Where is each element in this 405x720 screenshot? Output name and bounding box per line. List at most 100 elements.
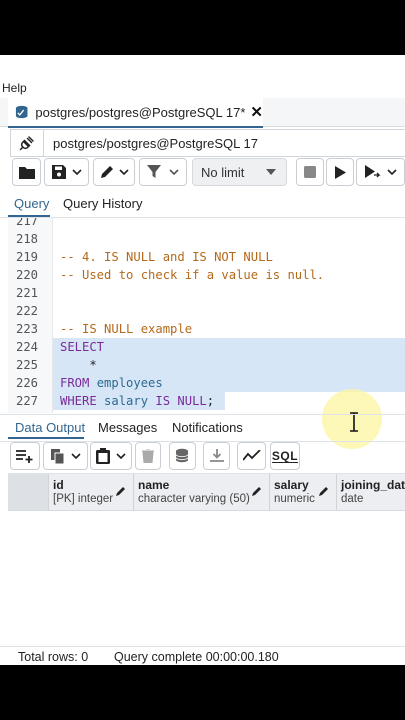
column-type: numeric <box>274 493 315 505</box>
edit-button[interactable] <box>93 158 135 186</box>
sql-editor[interactable]: 217 218 219 -- 4. IS NULL and IS NOT NUL… <box>8 218 405 413</box>
row-limit-select[interactable]: No limit <box>192 158 287 186</box>
explain-button[interactable] <box>356 158 405 186</box>
column-name: id <box>53 478 64 492</box>
editor-line-selected: 224 SELECT <box>8 338 405 356</box>
play-icon <box>334 165 346 179</box>
connection-bar[interactable]: postgres/postgres@PostgreSQL 17 <box>10 129 405 157</box>
database-save-icon <box>175 448 188 463</box>
tab-data-output[interactable]: Data Output <box>15 420 85 435</box>
filter-icon <box>147 165 161 178</box>
query-toolbar: No limit <box>0 158 405 190</box>
editor-tab-bar: postgres/postgres@PostgreSQL 17* ✕ <box>0 98 405 128</box>
add-row-icon <box>16 450 33 463</box>
line-number: 218 <box>15 232 38 246</box>
editor-line: 221 <box>8 284 405 302</box>
code-text: WHERE salary IS NULL; <box>60 392 214 410</box>
query-complete-status: Query complete 00:00:00.180 <box>114 650 279 664</box>
row-limit-value: No limit <box>201 164 245 180</box>
column-name: name <box>138 478 170 492</box>
column-name: salary <box>274 478 309 492</box>
copy-icon <box>50 448 64 464</box>
save-icon <box>51 165 66 179</box>
save-data-button[interactable] <box>169 442 196 470</box>
data-grid[interactable]: id [PK] integer name character varying (… <box>8 473 405 647</box>
download-button[interactable] <box>203 442 230 470</box>
clipboard-icon <box>96 448 110 464</box>
selection-highlight <box>53 356 405 374</box>
code-text: * <box>60 358 97 372</box>
editor-line: 220 -- Used to check if a value is null. <box>8 266 405 284</box>
line-number: 224 <box>15 340 38 354</box>
delete-button[interactable] <box>135 442 161 470</box>
code-comment: -- 4. IS NULL and IS NOT NULL <box>60 250 273 264</box>
pencil-icon <box>319 487 328 496</box>
line-number: 227 <box>15 394 38 408</box>
chevron-down-icon <box>119 169 129 175</box>
line-number: 220 <box>15 268 38 282</box>
code-comment: -- IS NULL example <box>60 322 193 336</box>
editor-line: 217 <box>8 218 405 230</box>
connection-label: postgres/postgres@PostgreSQL 17 <box>53 135 258 151</box>
stop-icon <box>304 166 316 178</box>
stop-button[interactable] <box>296 158 324 186</box>
column-type: character varying (50) <box>138 493 250 505</box>
line-number: 221 <box>15 286 38 300</box>
menu-help[interactable]: Help <box>2 81 27 95</box>
connection-status-icon[interactable] <box>11 130 44 156</box>
grid-header: id [PK] integer name character varying (… <box>8 474 405 511</box>
tab-notifications[interactable]: Notifications <box>172 420 243 435</box>
code-comment: -- Used to check if a value is null. <box>60 268 325 282</box>
editor-line: 222 <box>8 302 405 320</box>
graph-visualiser-button[interactable] <box>237 442 266 470</box>
column-type: [PK] integer <box>53 493 114 505</box>
tab-messages[interactable]: Messages <box>98 420 157 435</box>
line-number: 226 <box>15 376 38 390</box>
chevron-down-icon <box>116 453 126 459</box>
pencil-icon <box>101 166 113 178</box>
open-file-button[interactable] <box>12 158 41 186</box>
code-identifier: salary <box>96 394 156 408</box>
chevron-down-icon <box>70 453 81 459</box>
close-tab-icon[interactable]: ✕ <box>250 103 263 121</box>
add-row-button[interactable] <box>10 442 40 470</box>
filter-button[interactable] <box>139 158 187 186</box>
editor-line-selected: 225 * <box>8 356 405 374</box>
active-tab-indicator <box>8 437 84 439</box>
column-header-id[interactable]: id [PK] integer <box>48 474 134 510</box>
paste-button[interactable] <box>90 442 132 470</box>
code-text: FROM employees <box>60 374 163 392</box>
download-icon <box>209 449 224 462</box>
tab-query-history[interactable]: Query History <box>63 196 142 211</box>
pencil-icon <box>116 487 125 496</box>
folder-icon <box>18 167 35 179</box>
editor-line: 218 <box>8 230 405 248</box>
editor-line: 223 -- IS NULL example <box>8 320 405 338</box>
active-tab-indicator <box>8 215 50 217</box>
tab-title: postgres/postgres@PostgreSQL 17* <box>35 104 246 120</box>
menu-bar: Help <box>0 55 405 98</box>
code-identifier: employees <box>89 376 163 390</box>
save-file-button[interactable] <box>44 158 89 186</box>
line-number: 225 <box>15 358 38 372</box>
pencil-icon <box>252 487 261 496</box>
selection-highlight <box>53 338 405 356</box>
column-header-joining-date[interactable]: joining_date date <box>336 474 405 510</box>
query-tool-tab[interactable]: postgres/postgres@PostgreSQL 17* ✕ <box>8 98 263 128</box>
caret-down-icon <box>266 169 276 175</box>
code-keyword: FROM <box>60 376 90 390</box>
column-type: date <box>341 493 364 505</box>
output-toolbar: SQL <box>0 442 405 472</box>
copy-button[interactable] <box>43 442 88 470</box>
tab-query[interactable]: Query <box>14 196 49 211</box>
execute-button[interactable] <box>326 158 354 186</box>
chevron-down-icon <box>386 169 397 175</box>
sql-button[interactable]: SQL <box>270 442 300 470</box>
column-header-salary[interactable]: salary numeric <box>269 474 337 510</box>
code-keyword: WHERE <box>60 394 97 408</box>
code-keyword: SELECT <box>60 340 105 354</box>
editor-line: 219 -- 4. IS NULL and IS NOT NULL <box>8 248 405 266</box>
row-number-header <box>8 474 49 510</box>
column-header-name[interactable]: name character varying (50) <box>133 474 270 510</box>
total-rows-status: Total rows: 0 <box>18 650 89 664</box>
